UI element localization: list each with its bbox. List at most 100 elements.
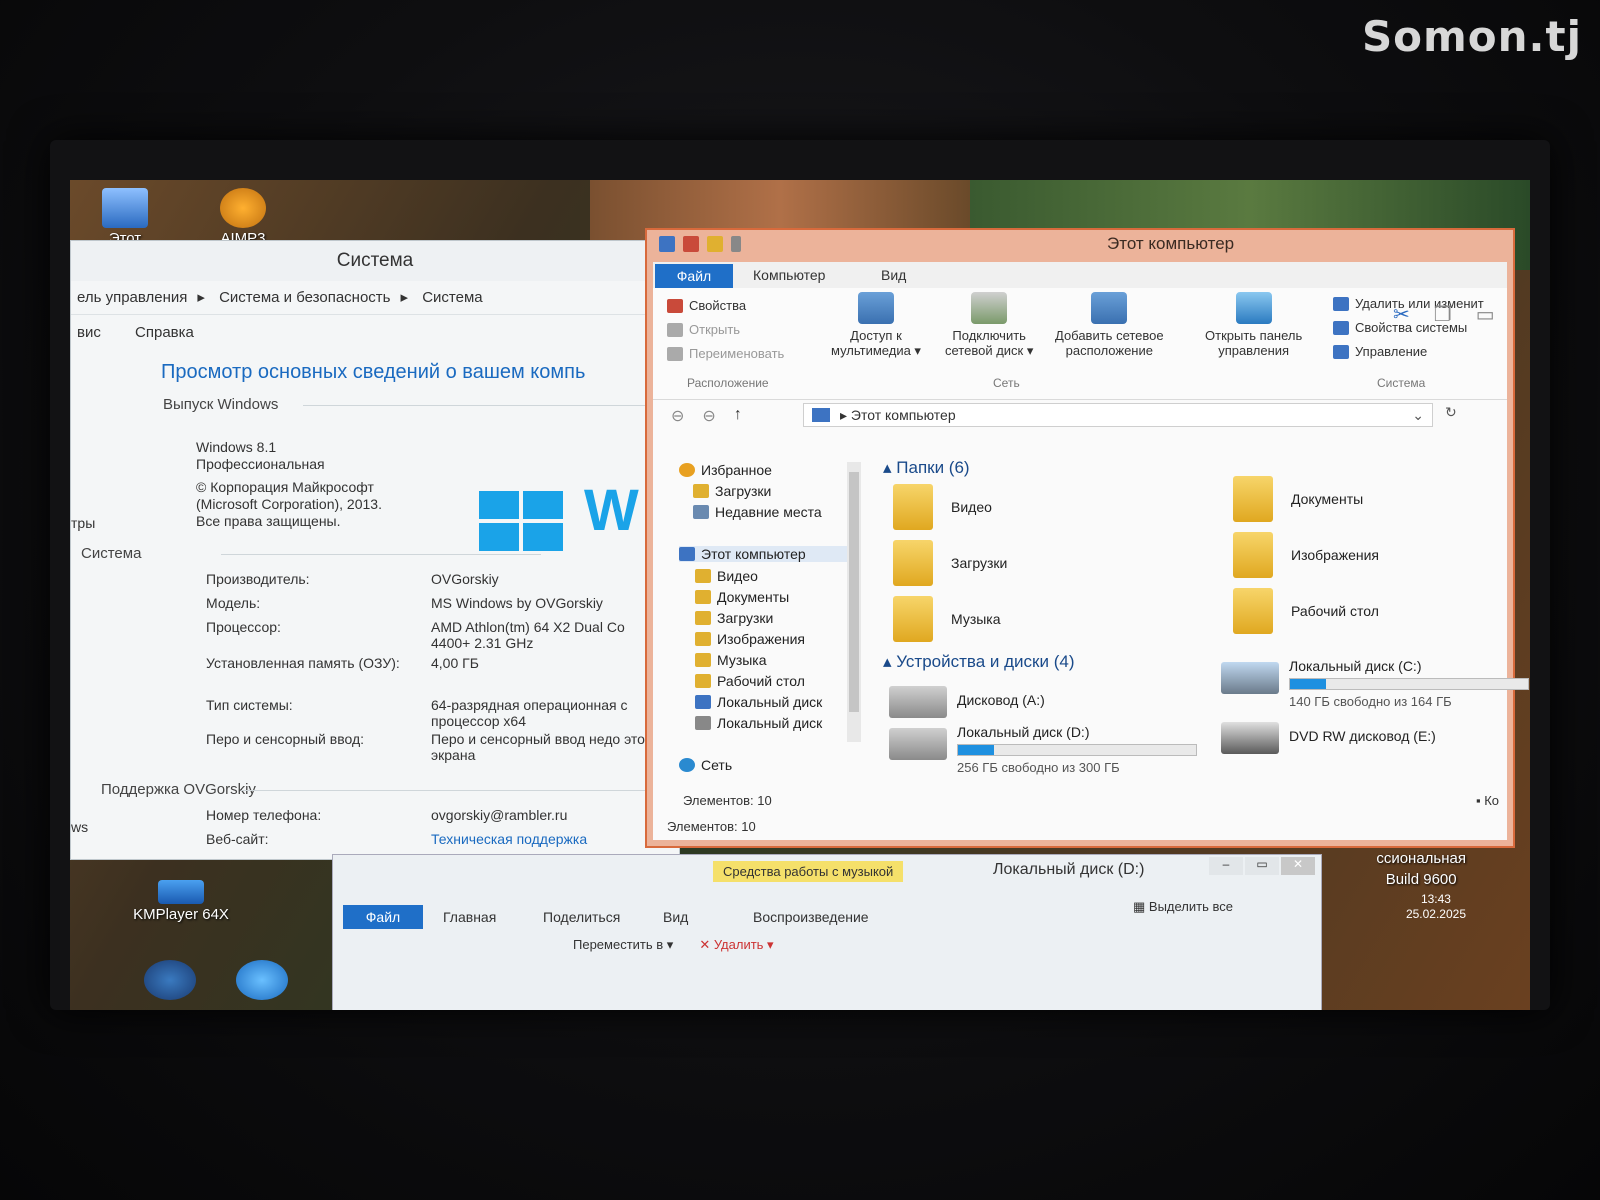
back-arrow-icon[interactable]: ⊖ <box>671 406 684 426</box>
chevron-right-icon: ▸ <box>400 289 409 306</box>
nav-scrollbar[interactable] <box>847 462 861 742</box>
folder-video[interactable]: Видео <box>893 484 992 530</box>
nav-item[interactable]: Загрузки <box>695 610 773 626</box>
folder-documents[interactable]: Документы <box>1233 476 1363 522</box>
cut-icon[interactable]: ✂ <box>1393 302 1410 327</box>
info-value: 4,00 ГБ <box>431 655 479 671</box>
info-key: Производитель: <box>206 571 310 587</box>
section-support: Поддержка OVGorskiy <box>101 781 656 798</box>
folder-icon <box>695 632 711 646</box>
nav-item[interactable]: Изображения <box>695 631 805 647</box>
folders-group-header[interactable]: ▴ Папки (6) <box>883 458 970 478</box>
nav-label: Недавние места <box>715 504 822 520</box>
nav-label: Сеть <box>701 757 733 773</box>
up-arrow-icon[interactable]: ↑ <box>734 406 742 426</box>
maximize-button[interactable]: ▭ <box>1245 857 1279 875</box>
tab-file[interactable]: Файл <box>655 264 733 288</box>
chevron-down-icon[interactable]: ⌄ <box>1412 404 1424 426</box>
nav-item[interactable]: Видео <box>695 568 758 584</box>
kmplayer-icon <box>158 880 204 904</box>
nav-item[interactable]: Документы <box>695 589 789 605</box>
button-label: Подключить <box>952 328 1026 343</box>
nav-item[interactable]: Локальный диск <box>695 694 822 710</box>
select-all-button[interactable]: ▦ Выделить все <box>1133 899 1233 915</box>
control-panel-button[interactable]: Открыть панель управления <box>1205 292 1302 358</box>
rename-button[interactable]: Переименовать <box>667 346 784 361</box>
drive-c[interactable]: Локальный диск (C:) 140 ГБ свободно из 16… <box>1221 658 1529 718</box>
chevron-down-icon[interactable] <box>731 236 741 252</box>
start-button[interactable] <box>144 960 196 1000</box>
new-folder-icon[interactable] <box>707 236 723 252</box>
nav-item-this-pc[interactable]: Этот компьютер <box>679 546 849 562</box>
tab-playback[interactable]: Воспроизведение <box>753 909 869 925</box>
add-network-location-button[interactable]: Добавить сетевое расположение <box>1055 292 1164 358</box>
forward-arrow-icon[interactable]: ⊖ <box>702 406 715 426</box>
delete-button[interactable]: ✕ Удалить ▾ <box>699 937 773 953</box>
computer-icon <box>812 408 830 422</box>
status-bar: Элементов: 10 <box>667 819 756 834</box>
edition-line: Все права защищены. <box>196 513 341 529</box>
drive-d[interactable]: Локальный диск (D:) 256 ГБ свободно из 30… <box>889 724 1209 784</box>
drive-e[interactable]: DVD RW дисковод (E:) <box>1221 718 1521 768</box>
scrollbar-thumb[interactable] <box>849 472 859 712</box>
breadcrumb-item[interactable]: ель управления <box>77 289 187 306</box>
button-label: Открыть <box>689 322 741 337</box>
build-watermark: ссиональная Build 9600 <box>1376 848 1466 890</box>
open-button[interactable]: Открыть <box>667 322 740 337</box>
folder-pictures[interactable]: Изображения <box>1233 532 1379 578</box>
move-to-button[interactable]: Переместить в ▾ <box>573 937 673 953</box>
nav-item[interactable]: Музыка <box>695 652 767 668</box>
address-bar[interactable]: ▸ Этот компьютер ⌄ <box>803 403 1433 427</box>
nav-item[interactable]: Сеть <box>679 757 732 773</box>
properties-button[interactable]: Свойства <box>667 298 746 313</box>
close-button[interactable]: ✕ <box>1281 857 1315 875</box>
group-label: Расположение <box>687 376 769 390</box>
media-server-icon <box>857 292 894 324</box>
nav-item[interactable]: Избранное <box>679 462 772 478</box>
menu-item[interactable]: вис <box>77 324 101 341</box>
contextual-tab-label: Средства работы с музыкой <box>713 861 904 882</box>
nav-item[interactable]: Загрузки <box>693 483 771 499</box>
nav-item[interactable]: Локальный диск <box>695 715 822 731</box>
system-clock[interactable]: 13:43 25.02.2025 <box>1406 892 1466 922</box>
properties-icon[interactable] <box>683 236 699 252</box>
devices-group-header[interactable]: ▴ Устройства и диски (4) <box>883 652 1075 672</box>
button-label: Выделить все <box>1148 899 1233 914</box>
map-drive-button[interactable]: Подключить сетевой диск ▾ <box>945 292 1033 358</box>
info-value: OVGorskiy <box>431 571 499 587</box>
folder-downloads[interactable]: Загрузки <box>893 540 1007 586</box>
breadcrumb-item[interactable]: Система и безопасность <box>219 289 390 306</box>
tab-share[interactable]: Поделиться <box>543 909 620 925</box>
folder-music[interactable]: Музыка <box>893 596 1001 642</box>
refresh-icon[interactable]: ↻ <box>1445 404 1457 421</box>
clock-time: 13:43 <box>1420 892 1451 906</box>
desktop-icon-aimp3[interactable]: AIMP3 <box>198 188 288 247</box>
internet-explorer-icon[interactable] <box>236 960 288 1000</box>
chevron-right-icon: ▸ <box>840 407 851 423</box>
computer-icon[interactable] <box>659 236 675 252</box>
nav-item[interactable]: Рабочий стол <box>695 673 805 689</box>
tab-view[interactable]: Вид <box>663 909 688 925</box>
manage-button[interactable]: Управление <box>1333 344 1427 359</box>
copy-icon[interactable]: ❐ <box>1434 302 1452 327</box>
menu-item-help[interactable]: Справка <box>135 324 194 341</box>
info-key: Номер телефона: <box>206 807 322 823</box>
media-access-button[interactable]: Доступ к мультимедиа ▾ <box>831 292 921 358</box>
desktop-folder-icon <box>1233 588 1273 634</box>
system-drive-icon <box>1221 662 1279 694</box>
minimize-button[interactable]: – <box>1209 857 1243 875</box>
windows-logo-icon <box>479 491 567 553</box>
desktop-icon-kmplayer[interactable]: KMPlayer 64X <box>126 880 236 923</box>
breadcrumb-item[interactable]: Система <box>422 289 482 306</box>
desktop-icon-this-pc[interactable]: Этот <box>80 188 170 247</box>
tab-file[interactable]: Файл <box>343 905 423 929</box>
nav-item[interactable]: Недавние места <box>693 504 822 520</box>
tab-computer[interactable]: Компьютер <box>753 267 825 283</box>
folder-desktop[interactable]: Рабочий стол <box>1233 588 1379 634</box>
window-title: Этот компьютер <box>1107 234 1235 253</box>
tab-home[interactable]: Главная <box>443 909 496 925</box>
paste-icon[interactable]: ▭ <box>1476 302 1495 327</box>
computer-icon <box>679 547 695 561</box>
tab-view[interactable]: Вид <box>881 267 906 283</box>
support-link[interactable]: Техническая поддержка <box>431 831 587 847</box>
